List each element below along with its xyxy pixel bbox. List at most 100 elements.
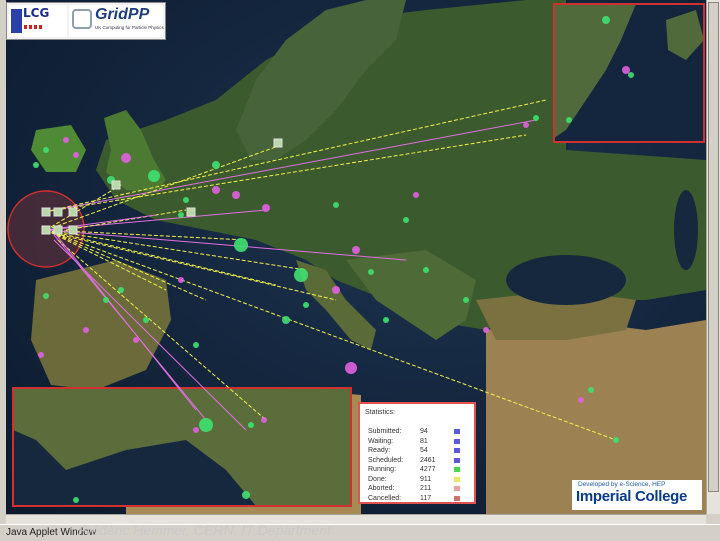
site-marker[interactable]	[73, 152, 79, 158]
inset-north-america	[12, 387, 352, 507]
statistics-row: Submitted: 94	[368, 428, 468, 436]
developed-by-text: Developed by e-Science, HEP	[578, 481, 666, 488]
vertical-scroll-thumb[interactable]	[708, 2, 719, 492]
site-marker[interactable]	[282, 316, 290, 324]
gridpp-grid-icon	[72, 9, 92, 29]
site-marker[interactable]	[613, 437, 619, 443]
statistics-color-swatch	[454, 495, 460, 501]
site-node-box[interactable]	[53, 225, 63, 235]
site-marker[interactable]	[193, 342, 199, 348]
site-marker[interactable]	[63, 137, 69, 143]
site-marker[interactable]	[178, 212, 184, 218]
statistics-row-value: 81	[420, 437, 428, 445]
site-marker[interactable]	[121, 153, 131, 163]
site-node-box[interactable]	[53, 207, 63, 217]
site-marker[interactable]	[212, 186, 220, 194]
site-marker[interactable]	[199, 418, 213, 432]
site-node-box[interactable]	[68, 225, 78, 235]
site-marker[interactable]	[403, 217, 409, 223]
site-marker[interactable]	[33, 162, 39, 168]
statistics-row-label: Done:	[368, 475, 387, 483]
statistics-row-label: Submitted:	[368, 428, 402, 435]
applet-window: LCG GridPP UK Computing for Particle Phy…	[0, 0, 720, 541]
statistics-row: Done: 911	[368, 476, 468, 484]
statistics-color-swatch	[454, 429, 460, 434]
site-marker[interactable]	[383, 317, 389, 323]
statistics-row-value: 2461	[420, 456, 436, 464]
site-marker[interactable]	[261, 417, 267, 423]
site-marker[interactable]	[533, 115, 539, 121]
site-marker[interactable]	[483, 327, 489, 333]
imperial-college-logo: Imperial College	[576, 488, 688, 505]
statistics-row-label: Ready:	[368, 447, 391, 454]
site-marker[interactable]	[38, 352, 44, 358]
status-bar: Java Applet Window Frédéric Hemmer, CERN…	[0, 522, 720, 541]
site-marker[interactable]	[83, 327, 89, 333]
site-marker[interactable]	[628, 72, 634, 78]
site-marker[interactable]	[43, 147, 49, 153]
statistics-row: Cancelled: 117	[368, 495, 468, 503]
site-marker[interactable]	[133, 337, 139, 343]
statistics-row-label: Cancelled:	[368, 494, 402, 502]
statistics-row: Running: 4277	[368, 466, 468, 474]
site-marker[interactable]	[423, 267, 429, 273]
site-marker[interactable]	[178, 277, 184, 283]
site-marker[interactable]	[232, 191, 240, 199]
statistics-row-label: Running:	[368, 466, 397, 473]
site-marker[interactable]	[368, 269, 374, 275]
world-map-view[interactable]	[6, 0, 706, 514]
site-node-box[interactable]	[41, 207, 51, 217]
statistics-color-swatch	[454, 457, 460, 463]
site-marker[interactable]	[193, 427, 199, 433]
statistics-panel: Statistics: Submitted: 94 Waiting: 81 Ready:…	[358, 402, 476, 504]
site-marker[interactable]	[523, 122, 529, 128]
statistics-row-label: Scheduled:	[368, 456, 404, 464]
site-marker[interactable]	[242, 491, 250, 499]
site-marker[interactable]	[566, 117, 572, 123]
site-marker[interactable]	[118, 287, 124, 293]
site-marker[interactable]	[578, 397, 584, 403]
iberia-land	[31, 260, 171, 390]
site-marker[interactable]	[413, 192, 419, 198]
statistics-row-value: 117	[420, 494, 432, 502]
site-marker[interactable]	[303, 302, 309, 308]
lcg-logo-text: LCG	[23, 6, 50, 20]
gridpp-tagline: UK Computing for Particle Physics	[95, 25, 164, 30]
statistics-color-swatch	[454, 486, 460, 491]
statistics-row-value: 911	[420, 475, 432, 483]
statistics-row: Aborted: 211	[368, 485, 468, 493]
site-node-box[interactable]	[186, 207, 196, 217]
site-node-box[interactable]	[68, 207, 78, 217]
site-marker[interactable]	[463, 297, 469, 303]
site-marker[interactable]	[622, 66, 630, 74]
site-marker[interactable]	[332, 286, 340, 294]
site-node-box[interactable]	[111, 180, 121, 190]
site-marker[interactable]	[148, 170, 160, 182]
ireland-land	[31, 125, 86, 172]
site-marker[interactable]	[43, 293, 49, 299]
statistics-color-swatch	[454, 476, 460, 482]
site-marker[interactable]	[103, 297, 109, 303]
statistics-row: Waiting: 81	[368, 438, 468, 446]
site-marker[interactable]	[588, 387, 594, 393]
site-node-box[interactable]	[41, 225, 51, 235]
site-marker[interactable]	[294, 268, 308, 282]
site-marker[interactable]	[248, 422, 254, 428]
site-marker[interactable]	[143, 317, 149, 323]
vertical-scrollbar[interactable]	[706, 0, 720, 514]
site-marker[interactable]	[345, 362, 357, 374]
credit-caption: Frédéric Hemmer, CERN, IT Department	[78, 522, 331, 538]
site-marker[interactable]	[602, 16, 610, 24]
site-marker[interactable]	[212, 161, 220, 169]
imperial-college-branding: Developed by e-Science, HEP Imperial Col…	[572, 480, 702, 510]
site-marker[interactable]	[333, 202, 339, 208]
site-marker[interactable]	[183, 197, 189, 203]
site-node-box[interactable]	[273, 138, 283, 148]
site-marker[interactable]	[73, 497, 79, 503]
site-marker[interactable]	[352, 246, 360, 254]
statistics-row-value: 4277	[420, 466, 436, 473]
statistics-row: Ready: 54	[368, 447, 468, 455]
statistics-row: Scheduled: 2461	[368, 457, 468, 465]
site-marker[interactable]	[262, 204, 270, 212]
site-marker[interactable]	[234, 238, 248, 252]
